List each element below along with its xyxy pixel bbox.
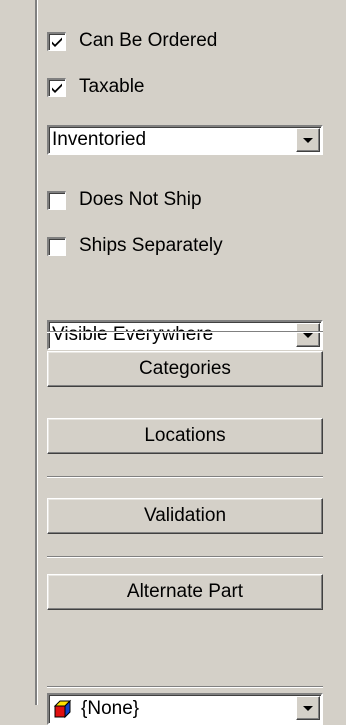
does-not-ship-checkbox[interactable] — [47, 190, 66, 210]
does-not-ship-label: Does Not Ship — [79, 189, 202, 210]
visibility-value: Visible Everywhere — [52, 324, 214, 345]
alternate-part-dropdown-button[interactable] — [296, 696, 320, 720]
separator — [47, 556, 323, 558]
separator — [47, 476, 323, 478]
ships-separately-checkbox[interactable] — [47, 236, 66, 256]
taxable-checkbox[interactable] — [47, 77, 66, 97]
inventory-type-select[interactable]: Inventoried — [47, 125, 323, 155]
separator — [47, 686, 323, 688]
can-be-ordered-checkbox-row[interactable]: Can Be Ordered — [47, 28, 217, 54]
checkmark-icon — [50, 240, 64, 254]
can-be-ordered-label: Can Be Ordered — [79, 30, 218, 51]
chevron-down-icon — [303, 705, 313, 711]
alternate-part-select[interactable]: {None} — [47, 693, 323, 725]
taxable-checkbox-row[interactable]: Taxable — [47, 74, 145, 100]
panel-divider — [35, 0, 38, 705]
product-options-panel: Can Be Ordered Taxable Inventoried Does … — [47, 0, 326, 725]
checkmark-icon — [52, 83, 62, 93]
chevron-down-icon — [303, 332, 313, 338]
validation-button[interactable]: Validation — [47, 498, 323, 534]
checkmark-icon — [50, 194, 64, 208]
taxable-label: Taxable — [79, 76, 145, 97]
can-be-ordered-checkbox[interactable] — [47, 31, 66, 51]
visibility-dropdown-button[interactable] — [296, 323, 320, 347]
colored-cube-icon — [53, 699, 72, 719]
chevron-down-icon — [303, 137, 313, 143]
alternate-part-button[interactable]: Alternate Part — [47, 574, 323, 610]
inventory-type-dropdown-button[interactable] — [296, 128, 320, 152]
ships-separately-checkbox-row[interactable]: Ships Separately — [47, 233, 223, 259]
inventory-type-value: Inventoried — [52, 129, 147, 150]
ships-separately-label: Ships Separately — [79, 235, 223, 256]
visibility-select[interactable]: Visible Everywhere — [47, 320, 323, 350]
locations-button[interactable]: Locations — [47, 418, 323, 454]
categories-button[interactable]: Categories — [47, 351, 323, 387]
alternate-part-value: {None} — [81, 698, 140, 719]
separator — [47, 331, 323, 333]
does-not-ship-checkbox-row[interactable]: Does Not Ship — [47, 187, 202, 213]
checkmark-icon — [52, 37, 62, 47]
